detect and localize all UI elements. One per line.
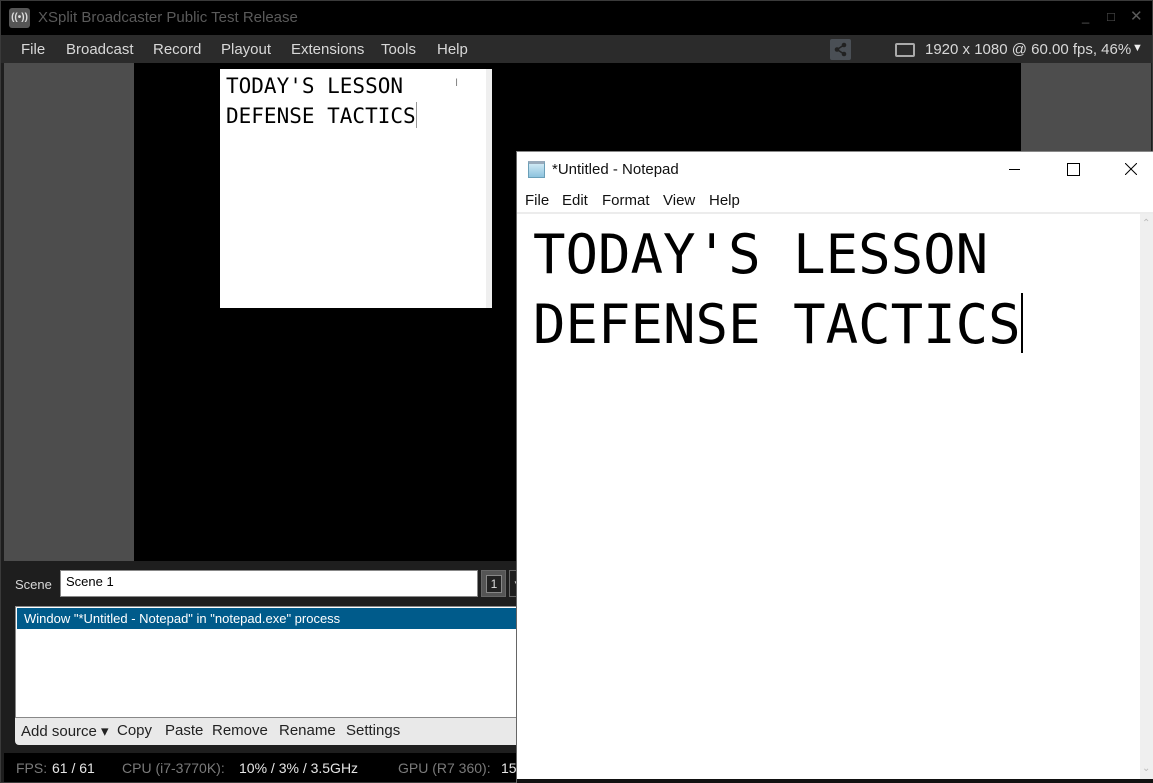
menu-playout[interactable]: Playout (221, 41, 271, 58)
notepad-menu-file[interactable]: File (525, 192, 549, 209)
scene-number: 1 (486, 575, 502, 593)
share-icon (834, 42, 847, 57)
minimize-button[interactable]: _ (1082, 9, 1089, 24)
scene-row: Scene Scene 1 1 ▼ (4, 564, 524, 604)
source-list[interactable]: Window "*Untitled - Notepad" in "notepad… (15, 606, 525, 718)
menu-tools[interactable]: Tools (381, 41, 416, 58)
notepad-menu-help[interactable]: Help (709, 192, 740, 209)
share-button[interactable] (830, 39, 851, 60)
preview-scrollbar (486, 69, 492, 308)
window-title: XSplit Broadcaster Public Test Release (38, 9, 298, 26)
source-toolbar: Add source ▾ Copy Paste Remove Rename Se… (15, 718, 525, 745)
cpu-value: 10% / 3% / 3.5GHz (239, 760, 359, 776)
notepad-line-2: DEFENSE TACTICS (533, 293, 1021, 356)
notepad-minimize-button[interactable] (991, 152, 1037, 185)
menu-record[interactable]: Record (153, 41, 201, 58)
close-button[interactable]: ✕ (1130, 7, 1143, 25)
add-source-button[interactable]: Add source ▾ (21, 722, 109, 740)
resolution-selector[interactable]: 1920 x 1080 @ 60.00 fps, 46% (925, 41, 1131, 58)
broadcast-icon: ((•)) (9, 8, 30, 28)
notepad-text-area[interactable]: TODAY'S LESSON DEFENSE TACTICS (517, 214, 1140, 783)
resolution-dropdown-icon[interactable]: ▼ (1132, 42, 1143, 54)
notepad-title: *Untitled - Notepad (552, 161, 679, 178)
notepad-close-button[interactable] (1108, 152, 1153, 185)
maximize-button[interactable]: □ (1107, 9, 1115, 24)
source-item[interactable]: Window "*Untitled - Notepad" in "notepad… (17, 608, 525, 629)
notepad-maximize-button[interactable] (1049, 152, 1095, 185)
preview-line-2: DEFENSE TACTICS (226, 104, 416, 128)
xsplit-titlebar: ((•)) XSplit Broadcaster Public Test Rel… (1, 1, 1152, 35)
menu-extensions[interactable]: Extensions (291, 41, 364, 58)
status-bar: FPS: 61 / 61 CPU (i7-3770K): 10% / 3% / … (4, 753, 524, 782)
gpu-label: GPU (R7 360): (398, 760, 491, 776)
fps-value: 61 / 61 (52, 760, 95, 776)
menu-file[interactable]: File (21, 41, 45, 58)
settings-button[interactable]: Settings (346, 722, 400, 739)
fps-label: FPS: (16, 760, 48, 776)
close-icon (1125, 163, 1137, 175)
preview-line-1: TODAY'S LESSON (226, 74, 404, 98)
notepad-text: TODAY'S LESSON DEFENSE TACTICS (533, 220, 1023, 360)
scroll-down-icon[interactable]: ⌄ (1142, 763, 1150, 774)
notepad-bottom-edge (517, 779, 1153, 783)
gpu-value: 15 (501, 760, 517, 776)
notepad-icon (528, 161, 545, 178)
scroll-up-icon[interactable]: ⌃ (1142, 218, 1150, 229)
notepad-titlebar[interactable]: *Untitled - Notepad (517, 152, 1153, 185)
cpu-label: CPU (i7-3770K): (122, 760, 225, 776)
copy-button[interactable]: Copy (117, 722, 152, 739)
menu-help[interactable]: Help (437, 41, 468, 58)
paste-button[interactable]: Paste (165, 722, 203, 739)
text-caret (1020, 293, 1023, 353)
notepad-line-1: TODAY'S LESSON (533, 223, 989, 286)
stage-margin-left (4, 63, 134, 561)
notepad-menu-view[interactable]: View (663, 192, 695, 209)
remove-button[interactable]: Remove (212, 722, 268, 739)
notepad-window: *Untitled - Notepad File Edit Format Vie… (516, 151, 1153, 783)
ibeam-cursor-icon: I (455, 77, 459, 89)
scene-number-button[interactable]: 1 (481, 570, 506, 597)
xsplit-menubar: File Broadcast Record Playout Extensions… (1, 35, 1152, 63)
notepad-menubar: File Edit Format View Help (517, 187, 1153, 213)
notepad-vertical-scrollbar[interactable]: ⌃ ⌄ (1140, 214, 1153, 780)
notepad-menu-format[interactable]: Format (602, 192, 650, 209)
menu-broadcast[interactable]: Broadcast (66, 41, 134, 58)
monitor-icon (895, 43, 915, 57)
preview-caret (415, 102, 417, 128)
notepad-menu-edit[interactable]: Edit (562, 192, 588, 209)
rename-button[interactable]: Rename (279, 722, 336, 739)
scene-name-input[interactable]: Scene 1 (60, 570, 478, 597)
preview-notepad-source[interactable]: TODAY'S LESSON DEFENSE TACTICS I (220, 69, 492, 308)
preview-text: TODAY'S LESSON DEFENSE TACTICS (226, 71, 417, 131)
scene-label: Scene (15, 577, 52, 592)
